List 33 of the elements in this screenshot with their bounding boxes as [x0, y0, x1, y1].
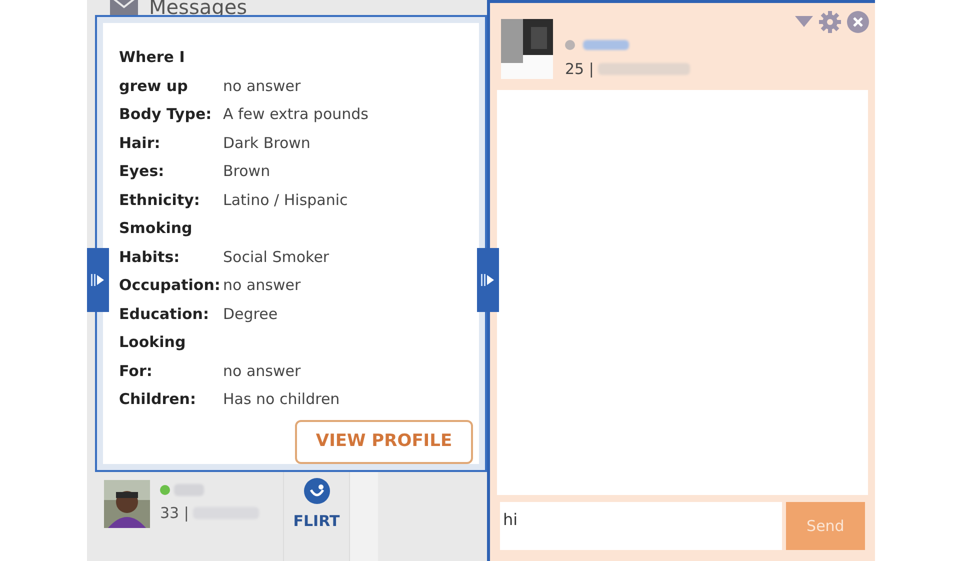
age-text: 25 |: [565, 59, 594, 80]
field-label: Eyes:: [119, 161, 166, 182]
message-input[interactable]: hi: [500, 502, 782, 550]
field-label: Smoking Habits:: [119, 218, 194, 268]
close-icon[interactable]: [847, 11, 869, 33]
field-value: Social Smoker: [223, 246, 330, 268]
smiley-icon: [304, 478, 330, 504]
field-value: no answer: [223, 275, 301, 296]
field-value: A few extra pounds: [223, 104, 368, 125]
caret-icon[interactable]: [795, 16, 813, 28]
blurred-name: [583, 40, 629, 50]
field-value: Brown: [223, 161, 270, 182]
settings-icon[interactable]: [819, 11, 841, 33]
collapse-tab[interactable]: [87, 248, 109, 312]
field-label: Ethnicity:: [119, 190, 201, 210]
field-value: Dark Brown: [223, 132, 310, 154]
field-label: Education:: [119, 304, 210, 324]
field-label: Looking For:: [119, 332, 187, 382]
collapse-tab[interactable]: [477, 248, 499, 312]
field-value: no answer: [223, 360, 301, 382]
field-label: Body Type:: [119, 104, 213, 125]
field-value: Latino / Hispanic: [223, 190, 348, 210]
field-value: Degree: [223, 304, 278, 324]
field-label: Hair:: [119, 132, 162, 154]
field-label: Where I grew up: [119, 47, 189, 96]
field-label: Children:: [119, 389, 197, 410]
play-icon: [481, 272, 495, 288]
field-label: Occupation:: [119, 275, 222, 296]
view-profile-button[interactable]: VIEW PROFILE: [295, 420, 473, 464]
field-value: no answer: [223, 76, 301, 96]
field-value: Has no children: [223, 389, 340, 410]
age-text: 33 |: [160, 503, 189, 524]
play-icon: [91, 272, 105, 288]
